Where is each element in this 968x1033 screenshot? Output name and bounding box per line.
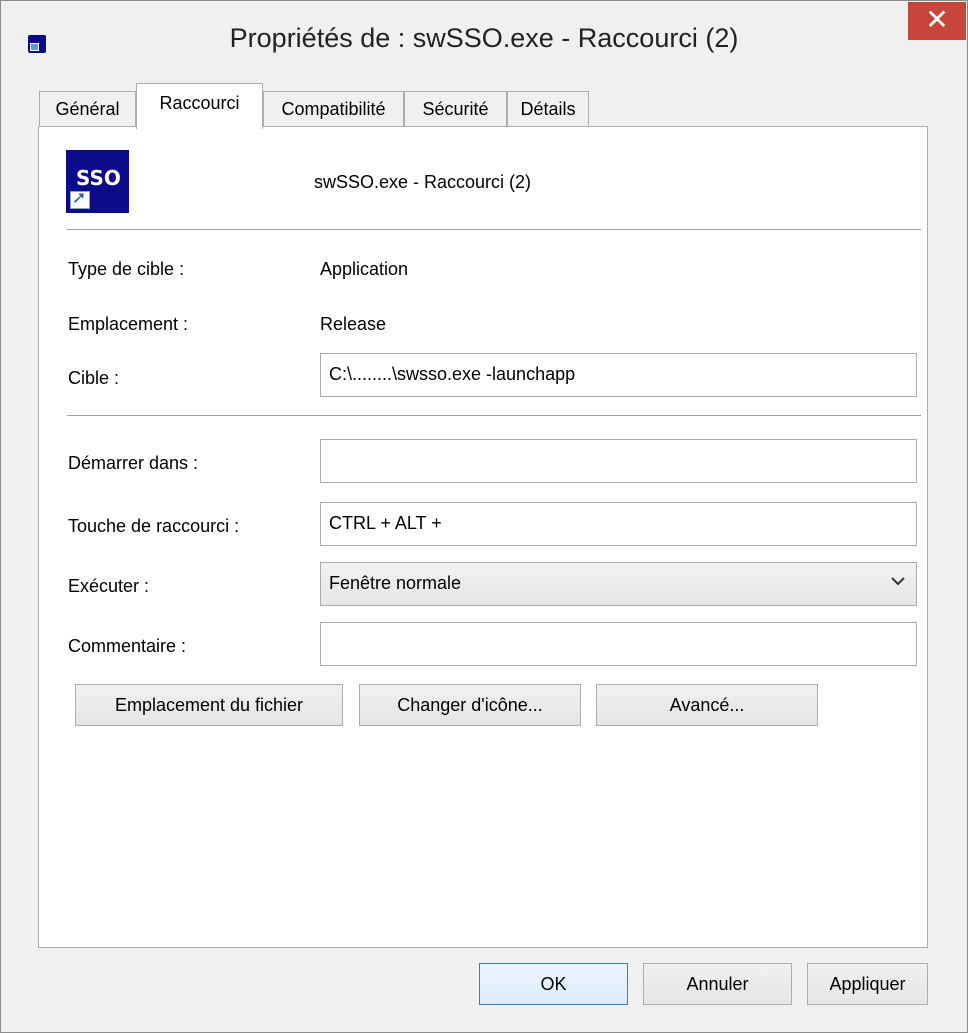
tab-compatibility[interactable]: Compatibilité: [263, 91, 404, 127]
sso-file-icon: SSO: [66, 150, 129, 213]
target-type-label: Type de cible :: [68, 259, 185, 279]
location-label: Emplacement :: [68, 314, 189, 334]
start-in-input[interactable]: [320, 439, 917, 483]
location-value: Release: [320, 314, 387, 334]
target-label: Cible :: [68, 368, 120, 388]
file-icon-text: SSO: [76, 166, 121, 190]
hotkey-input[interactable]: CTRL + ALT +: [320, 502, 917, 546]
window-title: Propriétés de : swSSO.exe - Raccourci (2…: [229, 23, 739, 53]
cancel-button[interactable]: Annuler: [643, 963, 792, 1005]
chevron-down-icon: [890, 571, 906, 596]
separator: [67, 415, 921, 416]
shortcut-panel: SSO swSSO.exe - Raccourci (2) Type de ci…: [38, 126, 928, 948]
shortcut-arrow-icon: [70, 188, 90, 209]
hotkey-label: Touche de raccourci :: [68, 516, 240, 536]
comment-label: Commentaire :: [68, 636, 187, 656]
tab-general[interactable]: Général: [39, 91, 136, 127]
run-label: Exécuter :: [68, 576, 150, 596]
start-in-label: Démarrer dans :: [68, 453, 199, 473]
tab-details[interactable]: Détails: [507, 91, 589, 127]
tab-shortcut[interactable]: Raccourci: [136, 83, 263, 129]
tab-security[interactable]: Sécurité: [404, 91, 507, 127]
close-button[interactable]: ✕: [908, 2, 966, 40]
change-icon-button[interactable]: Changer d'icône...: [359, 684, 581, 726]
ok-button[interactable]: OK: [479, 963, 628, 1005]
target-input[interactable]: C:\........\swsso.exe -launchapp: [320, 353, 917, 397]
advanced-button[interactable]: Avancé...: [596, 684, 818, 726]
open-file-location-button[interactable]: Emplacement du fichier: [75, 684, 343, 726]
run-select[interactable]: Fenêtre normale: [320, 562, 917, 606]
apply-button[interactable]: Appliquer: [807, 963, 928, 1005]
target-type-value: Application: [320, 259, 409, 279]
properties-dialog: Propriétés de : swSSO.exe - Raccourci (2…: [0, 0, 968, 1033]
run-select-value: Fenêtre normale: [329, 573, 462, 593]
title-bar: Propriétés de : swSSO.exe - Raccourci (2…: [1, 1, 967, 79]
separator: [67, 229, 921, 230]
comment-input[interactable]: [320, 622, 917, 666]
shortcut-name: swSSO.exe - Raccourci (2): [314, 172, 532, 192]
